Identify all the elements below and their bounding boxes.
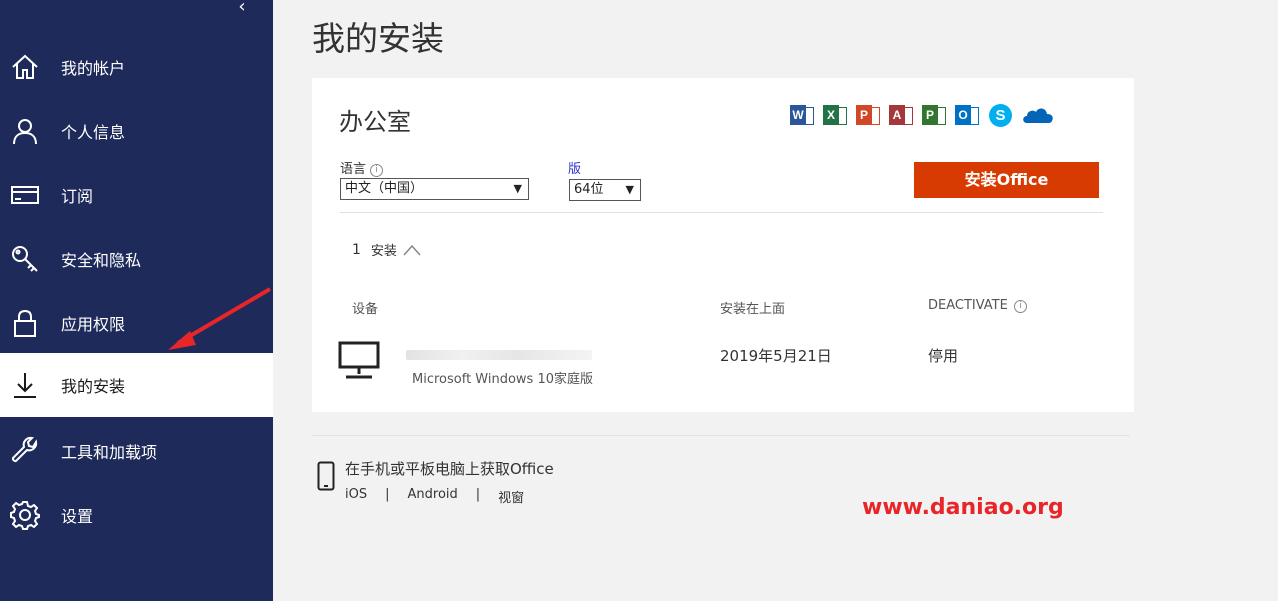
- sidebar-item-security-privacy[interactable]: 安全和隐私: [0, 227, 273, 291]
- language-value: 中文（中国）: [345, 181, 424, 196]
- sidebar-item-label: 我的帐户: [61, 59, 126, 78]
- desktop-icon: [338, 341, 380, 379]
- phone-icon: [317, 461, 335, 491]
- windows-link[interactable]: 视窗: [498, 487, 524, 506]
- install-date: 2019年5月21日: [720, 347, 832, 365]
- android-link[interactable]: Android: [408, 487, 458, 506]
- device-os: Microsoft Windows 10家庭版: [412, 372, 593, 387]
- ios-link[interactable]: iOS: [345, 487, 367, 506]
- project-icon: P: [922, 103, 947, 128]
- version-select[interactable]: 64位 ▼: [569, 179, 641, 201]
- office-card: 办公室 W X P A P O S 语言 i 中文（中国） ▼ 版 64位 ▼ 安…: [312, 78, 1134, 412]
- download-icon: [10, 370, 40, 400]
- language-label: 语言 i: [340, 158, 384, 177]
- word-icon: W: [790, 103, 815, 128]
- sidebar-item-subscriptions[interactable]: 订阅: [0, 163, 273, 227]
- version-value: 64位: [574, 182, 604, 197]
- card-title: 办公室: [339, 108, 411, 136]
- access-icon: A: [889, 103, 914, 128]
- collapse-sidebar-button[interactable]: ‹: [232, 0, 252, 18]
- wrench-icon: [10, 436, 40, 466]
- watermark: www.daniao.org: [862, 495, 1064, 520]
- sidebar-item-my-account[interactable]: 我的帐户: [0, 35, 273, 99]
- home-icon: [10, 52, 40, 82]
- sidebar-item-label: 工具和加载项: [61, 443, 158, 462]
- lock-icon: [10, 308, 40, 338]
- dropdown-arrow-icon: ▼: [513, 182, 522, 195]
- sidebar-item-settings[interactable]: 设置: [0, 483, 273, 547]
- powerpoint-icon: P: [856, 103, 881, 128]
- info-icon[interactable]: i: [370, 164, 384, 177]
- install-office-button[interactable]: 安装Office: [914, 162, 1099, 198]
- skype-icon: S: [988, 103, 1013, 128]
- divider: [340, 212, 1103, 213]
- sidebar-item-label: 安全和隐私: [61, 251, 142, 270]
- install-count-toggle[interactable]: 1 安装: [352, 240, 421, 259]
- sidebar-item-my-installs[interactable]: 我的安装: [0, 353, 273, 417]
- dropdown-arrow-icon: ▼: [625, 183, 634, 196]
- deactivate-link[interactable]: 停用: [928, 345, 958, 366]
- key-icon: [10, 244, 40, 274]
- install-count-label: 安装: [370, 244, 397, 259]
- section-divider: [312, 435, 1130, 436]
- annotation-arrow: [168, 287, 272, 350]
- sidebar-item-label: 我的安装: [61, 377, 126, 396]
- install-count: 1: [352, 241, 361, 258]
- version-label: 版: [568, 162, 582, 177]
- page-title: 我的安装: [312, 19, 444, 58]
- person-icon: [10, 116, 40, 146]
- outlook-icon: O: [955, 103, 980, 128]
- gear-icon: [10, 500, 40, 530]
- app-icons: W X P A P O S: [790, 103, 1055, 128]
- mobile-links: iOS | Android | 视窗: [345, 487, 525, 506]
- chevron-up-icon: [403, 244, 421, 255]
- sidebar-item-personal-info[interactable]: 个人信息: [0, 99, 273, 163]
- column-header-device: 设备: [352, 302, 379, 317]
- column-header-installed-on: 安装在上面: [720, 302, 786, 317]
- excel-icon: X: [823, 103, 848, 128]
- sidebar-item-label: 应用权限: [61, 315, 126, 334]
- onedrive-icon: [1021, 103, 1055, 128]
- sidebar-item-label: 订阅: [61, 187, 94, 206]
- device-name-redacted: [406, 350, 592, 360]
- column-header-deactivate: DEACTIVATE i: [928, 298, 1027, 313]
- info-icon[interactable]: i: [1013, 300, 1027, 313]
- sidebar-item-label: 设置: [61, 507, 94, 526]
- language-select[interactable]: 中文（中国） ▼: [340, 178, 529, 200]
- card-icon: [10, 180, 40, 210]
- sidebar-item-tools-addins[interactable]: 工具和加载项: [0, 419, 273, 483]
- sidebar-item-label: 个人信息: [61, 123, 126, 142]
- mobile-section-title: 在手机或平板电脑上获取Office: [345, 460, 554, 478]
